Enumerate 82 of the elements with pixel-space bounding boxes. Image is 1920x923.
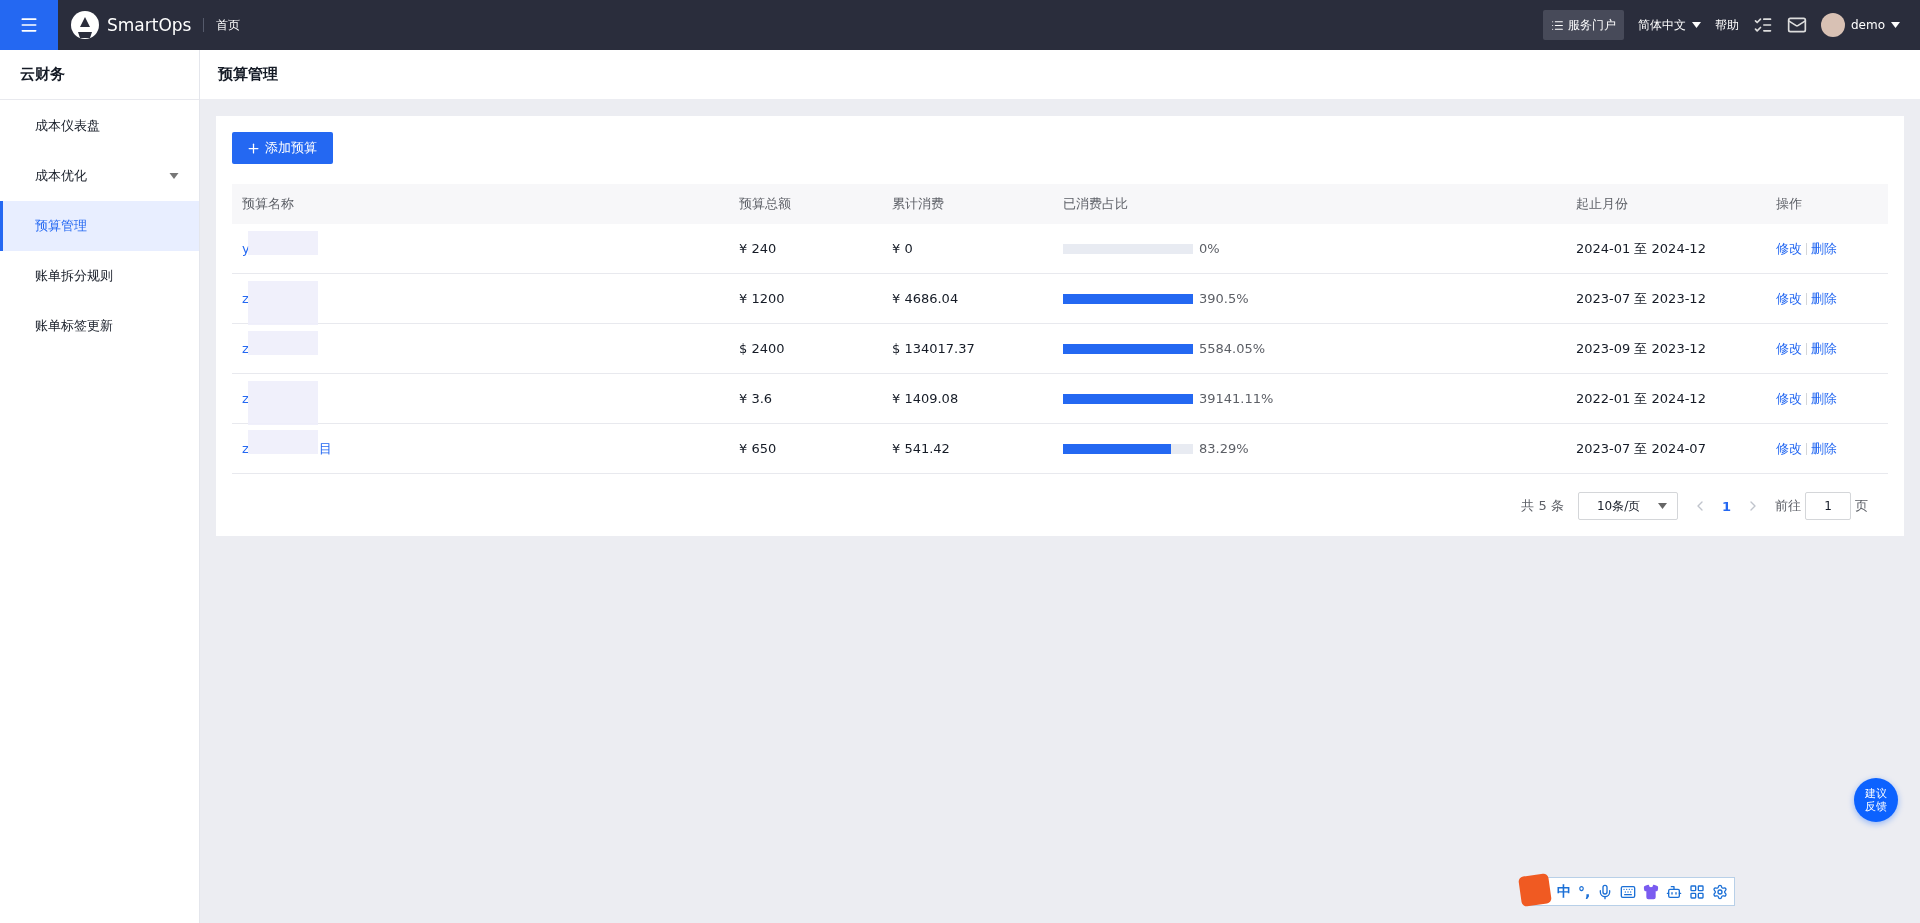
table-cell-text: ¥ 650	[739, 441, 778, 456]
add-budget-button[interactable]: 添加预算	[232, 132, 333, 164]
budget-name-link[interactable]: z	[242, 291, 249, 306]
caret-icon	[1657, 503, 1667, 509]
ratio-text: 39141.11%	[1199, 391, 1274, 406]
column-header: 已消费占比	[1063, 195, 1129, 213]
table-cell-text: 2023-07 至 2024-07	[1576, 439, 1707, 458]
caret-icon	[1891, 22, 1900, 28]
ime-punctuation-toggle[interactable]: °,	[1578, 883, 1591, 900]
ratio-text: 83.29%	[1199, 441, 1249, 456]
budget-name-link[interactable]: z	[242, 391, 249, 406]
table-cell-text: ¥ 240	[739, 241, 778, 256]
caret-icon	[1691, 22, 1701, 28]
table-cell-text: ¥ 1200	[739, 291, 786, 306]
total-count: 共 5 条	[1521, 497, 1564, 515]
column-header: 操作	[1776, 195, 1803, 213]
table-cell-text: 2023-09 至 2023-12	[1576, 339, 1707, 358]
budget-name-link[interactable]: y	[242, 241, 250, 256]
column-header: 预算名称	[242, 195, 295, 213]
ratio-text: 5584.05%	[1199, 341, 1266, 356]
table-cell-text: ¥ 3.6	[739, 391, 774, 406]
menu-icon	[19, 15, 39, 35]
ime-logo-icon	[1518, 872, 1552, 907]
column-header: 累计消费	[892, 195, 945, 213]
page-title: 预算管理	[200, 50, 1920, 99]
column-header: 预算总额	[739, 195, 792, 213]
sidebar-item[interactable]: 账单标签更新	[0, 301, 199, 351]
menu-button[interactable]	[0, 0, 58, 50]
page-size-select[interactable]: 10条/页	[1577, 492, 1678, 520]
ratio-text: 390.5%	[1199, 291, 1249, 306]
table-cell-text: 2024-01 至 2024-12	[1576, 239, 1707, 258]
brand-name: SmartOps	[107, 15, 192, 35]
home-link[interactable]: 首页	[216, 16, 241, 34]
edit-link[interactable]: 修改	[1776, 289, 1802, 308]
table-cell-text: 2022-01 至 2024-12	[1576, 389, 1707, 408]
column-header: 起止月份	[1576, 195, 1629, 213]
avatar	[1820, 13, 1845, 37]
budget-name-link[interactable]: z	[242, 341, 249, 356]
checklist-icon[interactable]	[1752, 15, 1773, 35]
table-cell-text: $ 2400	[739, 341, 786, 356]
table-cell-text: ¥ 541.42	[892, 441, 951, 456]
list-icon	[1550, 18, 1564, 32]
grid-icon[interactable]	[1689, 883, 1706, 900]
logo-icon	[70, 10, 100, 40]
portal-button[interactable]: 服务门户	[1542, 10, 1624, 40]
robot-icon[interactable]	[1666, 883, 1683, 900]
page-input[interactable]: 1	[1805, 492, 1851, 520]
edit-link[interactable]: 修改	[1776, 439, 1802, 458]
budget-name-link[interactable]: 目	[318, 439, 332, 458]
settings-icon[interactable]	[1712, 883, 1729, 900]
table-cell-text: ¥ 1409.08	[892, 391, 960, 406]
edit-link[interactable]: 修改	[1776, 339, 1802, 358]
sidebar-item[interactable]: 账单拆分规则	[0, 251, 199, 301]
table-cell-text: ¥ 0	[892, 241, 914, 256]
edit-link[interactable]: 修改	[1776, 389, 1802, 408]
page-suffix: 页	[1855, 497, 1868, 515]
table-cell-text: ¥ 4686.04	[892, 291, 960, 306]
feedback-button[interactable]: 建议 反馈	[1854, 778, 1898, 822]
delete-link[interactable]: 删除	[1811, 239, 1837, 258]
user-menu[interactable]: demo	[1820, 13, 1900, 37]
delete-link[interactable]: 删除	[1811, 389, 1837, 408]
ratio-text: 0%	[1199, 241, 1220, 256]
sidebar-item[interactable]: 成本优化	[0, 151, 199, 201]
help-link[interactable]: 帮助	[1714, 16, 1739, 34]
table-cell-text: 2023-07 至 2023-12	[1576, 289, 1707, 308]
language-dropdown[interactable]: 简体中文	[1637, 16, 1701, 34]
edit-link[interactable]: 修改	[1776, 239, 1802, 258]
delete-link[interactable]: 删除	[1811, 439, 1837, 458]
plus-icon	[246, 140, 261, 156]
mail-icon[interactable]	[1786, 15, 1807, 35]
delete-link[interactable]: 删除	[1811, 289, 1837, 308]
shirt-icon[interactable]	[1643, 883, 1660, 900]
goto-label: 前往	[1775, 497, 1801, 515]
budget-name-link[interactable]: z	[242, 441, 249, 456]
keyboard-icon[interactable]	[1620, 883, 1637, 900]
ime-mode-toggle[interactable]: 中	[1557, 882, 1571, 901]
sidebar-item[interactable]: 成本仪表盘	[0, 101, 199, 151]
table-cell-text: $ 134017.37	[892, 341, 976, 356]
delete-link[interactable]: 删除	[1811, 339, 1837, 358]
sidebar-item[interactable]: 预算管理	[0, 201, 199, 251]
page-number[interactable]: 1	[1707, 498, 1745, 514]
sidebar-title: 云财务	[0, 50, 199, 100]
